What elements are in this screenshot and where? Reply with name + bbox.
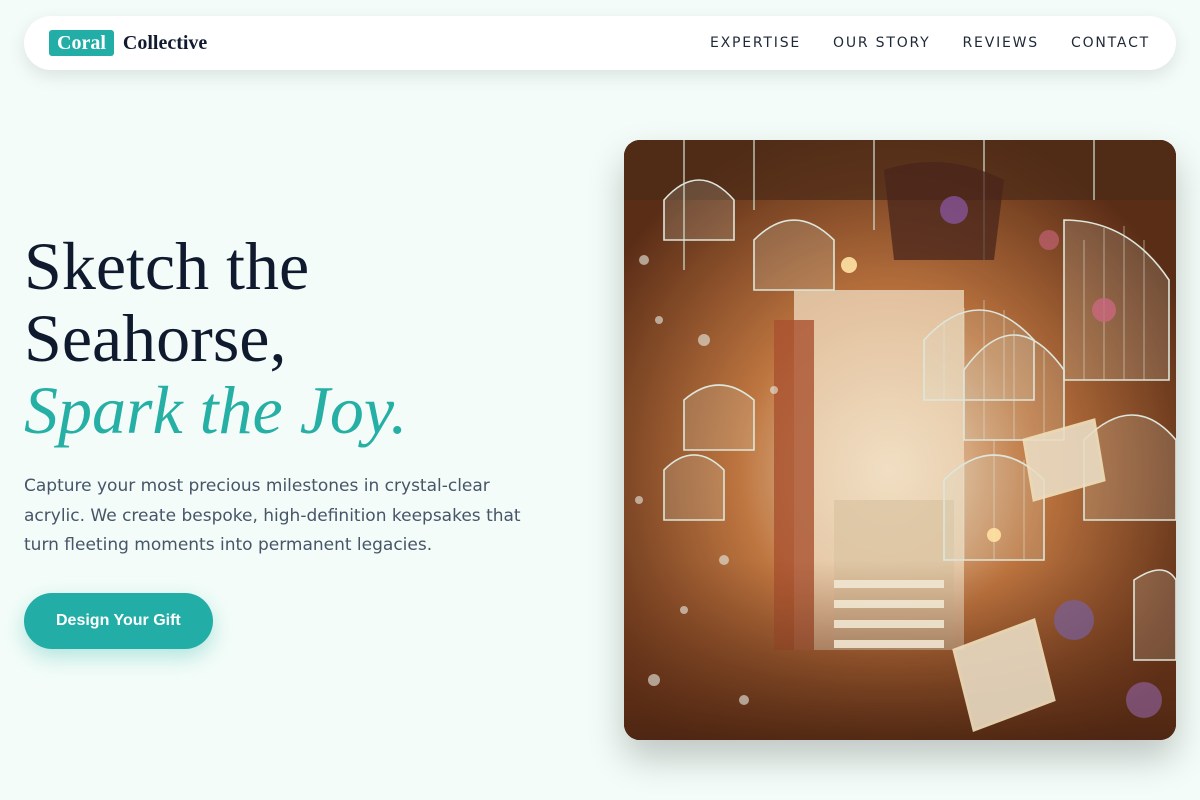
- hero-title-line-1: Sketch the: [24, 228, 310, 304]
- hero-title: Sketch the Seahorse, Spark the Joy.: [24, 230, 564, 446]
- logo-wordmark: Collective: [122, 31, 208, 54]
- logo[interactable]: Coral Collective: [49, 30, 207, 56]
- nav-link-our-story[interactable]: OUR STORY: [833, 35, 931, 51]
- hero-photo-birdcages: [624, 140, 1176, 740]
- hero-title-line-2: Seahorse,: [24, 300, 287, 376]
- nav-link-expertise[interactable]: EXPERTISE: [710, 35, 801, 51]
- logo-badge: Coral: [49, 30, 114, 56]
- hero-title-accent: Spark the Joy.: [24, 372, 408, 448]
- nav-links: EXPERTISE OUR STORY REVIEWS CONTACT: [710, 35, 1150, 51]
- design-gift-button[interactable]: Design Your Gift: [24, 592, 213, 649]
- hero-description: Capture your most precious milestones in…: [24, 476, 521, 555]
- navbar: Coral Collective EXPERTISE OUR STORY REV…: [24, 16, 1176, 70]
- nav-link-contact[interactable]: CONTACT: [1071, 35, 1150, 51]
- nav-link-reviews[interactable]: REVIEWS: [963, 35, 1039, 51]
- hero-image: [624, 140, 1176, 740]
- hero-content: Sketch the Seahorse, Spark the Joy. Capt…: [24, 230, 564, 649]
